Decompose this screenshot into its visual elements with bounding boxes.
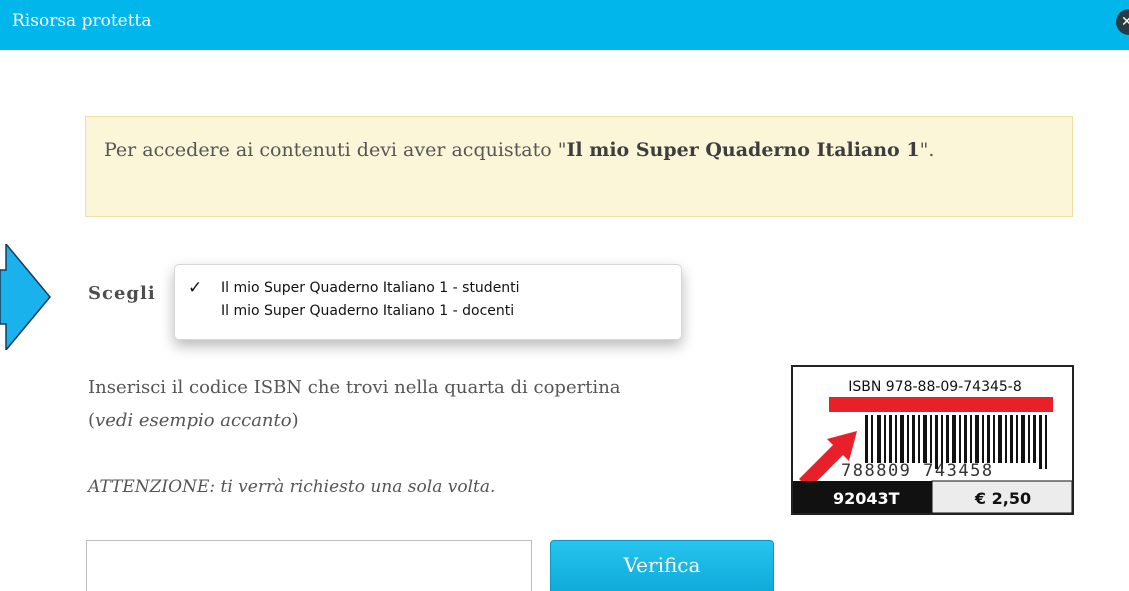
select-option-label: Il mio Super Quaderno Italiano 1 - stude… <box>221 280 520 296</box>
isbn-highlight-bar <box>829 397 1053 412</box>
isbn-instructions-line: Inserisci il codice ISBN che trovi nella… <box>88 377 621 398</box>
example-note-text: vedi esempio accanto <box>95 410 292 431</box>
verify-button[interactable]: Verifica <box>550 540 774 591</box>
notice-product-name: Il mio Super Quaderno Italiano 1 <box>566 139 920 161</box>
select-option-label: Il mio Super Quaderno Italiano 1 - docen… <box>221 303 515 319</box>
checkmark-icon: ✓ <box>188 278 203 298</box>
one-time-warning: ATTENZIONE: ti verrà richiesto una sola … <box>88 477 496 497</box>
dialog-title: Risorsa protetta <box>12 11 152 31</box>
barcode-digits: 788809 743458 <box>841 461 994 481</box>
select-option-teachers[interactable]: Il mio Super Quaderno Italiano 1 - docen… <box>175 300 681 323</box>
dialog-titlebar: Risorsa protetta ✕ <box>0 0 1129 50</box>
notice-text-after: ". <box>919 139 935 161</box>
notice-text-before: Per accedere ai contenuti devi aver acqu… <box>104 139 567 161</box>
isbn-example-note: (vedi esempio accanto) <box>88 404 788 437</box>
isbn-price: € 2,50 <box>974 489 1031 508</box>
isbn-instructions: Inserisci il codice ISBN che trovi nella… <box>88 371 788 437</box>
product-select-menu[interactable]: ✓ Il mio Super Quaderno Italiano 1 - stu… <box>174 264 682 340</box>
purchase-notice: Per accedere ai contenuti devi aver acqu… <box>85 116 1073 217</box>
paren-open: ( <box>88 410 96 431</box>
choose-label: Scegli <box>88 283 156 304</box>
pointer-arrow-icon <box>0 244 51 350</box>
isbn-label: ISBN 978-88-09-74345-8 <box>848 379 1022 395</box>
paren-close: ) <box>291 410 299 431</box>
close-icon[interactable]: ✕ <box>1116 9 1129 35</box>
isbn-example-image: ISBN 978-88-09-74345-8 788809 743458 920… <box>791 365 1074 515</box>
select-option-students[interactable]: ✓ Il mio Super Quaderno Italiano 1 - stu… <box>175 277 681 300</box>
isbn-code: 92043T <box>833 489 900 508</box>
isbn-barcode-illustration: ISBN 978-88-09-74345-8 788809 743458 920… <box>793 379 1073 514</box>
isbn-input[interactable] <box>86 540 532 591</box>
